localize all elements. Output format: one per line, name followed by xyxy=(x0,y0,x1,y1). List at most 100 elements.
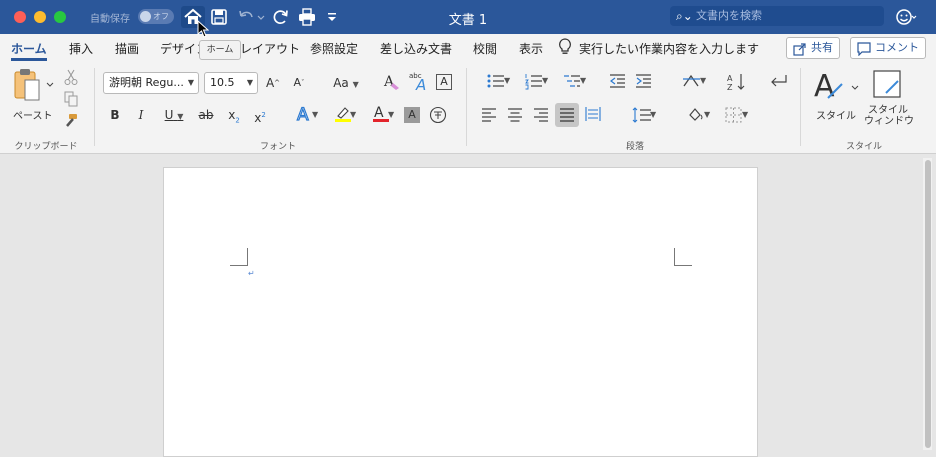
smiley-icon xyxy=(896,9,917,25)
chevron-down-icon: ▼ xyxy=(650,110,657,119)
clear-formatting-button[interactable]: A xyxy=(382,72,402,97)
text-effects-button[interactable]: A ▼ xyxy=(288,104,322,129)
strikethrough-label: ab xyxy=(198,108,214,122)
caret-down-icon: ˇ xyxy=(301,79,305,87)
font-size-value: 10.5 xyxy=(210,76,235,89)
tab-mailings[interactable]: 差し込み文書 xyxy=(380,40,452,57)
font-color-button[interactable]: A ▼ xyxy=(364,104,398,129)
tab-view[interactable]: 表示 xyxy=(519,40,543,57)
undo-icon xyxy=(239,10,265,20)
scissors-icon xyxy=(64,69,78,85)
increase-indent-icon xyxy=(636,74,651,88)
undo-button[interactable] xyxy=(235,6,265,28)
subscript-mark: 2 xyxy=(235,116,240,125)
tab-references[interactable]: 参照設定 xyxy=(310,40,358,57)
align-center-button[interactable] xyxy=(506,106,524,127)
numbering-button[interactable]: ▼ xyxy=(516,72,552,95)
subscript-button[interactable]: x2 xyxy=(224,106,244,129)
sort-button[interactable]: AZ xyxy=(726,72,748,97)
styles-pane-label-1: スタイル xyxy=(868,105,908,116)
phonetic-guide-button[interactable]: abc A xyxy=(408,70,430,94)
underline-button[interactable]: U ▼ xyxy=(158,106,190,126)
search-icon: ⌕⌄ xyxy=(676,9,693,23)
chevron-down-icon: ▼ xyxy=(742,110,749,119)
svg-text:Z: Z xyxy=(727,83,733,92)
search-input[interactable]: ⌕⌄ 文書内を検索 xyxy=(670,6,884,26)
format-painter-button[interactable] xyxy=(63,112,79,130)
distributed-button[interactable] xyxy=(584,106,602,127)
styles-pane-icon xyxy=(873,70,901,98)
tooltip: ホーム xyxy=(199,40,241,60)
tab-draw[interactable]: 描画 xyxy=(115,40,139,57)
font-size-select[interactable]: 10.5 ▼ xyxy=(204,72,258,94)
customize-toolbar-button[interactable] xyxy=(324,6,340,28)
redo-button[interactable] xyxy=(270,6,292,28)
print-button[interactable] xyxy=(296,6,318,28)
styles-pane-button[interactable]: スタイル ウィンドウ xyxy=(862,68,914,132)
tab-insert[interactable]: 挿入 xyxy=(69,40,93,57)
chevron-down-icon: ▼ xyxy=(312,110,319,119)
share-button[interactable]: 共有 xyxy=(786,37,840,59)
paste-button[interactable]: ペースト xyxy=(10,68,54,124)
decrease-indent-button[interactable] xyxy=(608,72,628,95)
save-button[interactable] xyxy=(208,6,230,28)
document-page[interactable]: ↵ xyxy=(163,167,758,457)
shrink-font-button[interactable]: Aˇ xyxy=(290,74,308,92)
chevron-down-icon xyxy=(328,13,336,21)
underline-label: U xyxy=(164,108,174,122)
enclose-characters-button[interactable] xyxy=(428,106,448,129)
bullets-button[interactable]: ▼ xyxy=(478,72,514,95)
clear-formatting-icon: A xyxy=(383,74,399,90)
change-case-button[interactable]: Aa ▼ xyxy=(330,74,362,94)
character-border-button[interactable]: A xyxy=(436,74,452,90)
paragraph-mark-icon xyxy=(771,75,787,87)
feedback-button[interactable] xyxy=(895,6,917,28)
asian-layout-button[interactable]: ▼ xyxy=(674,72,710,95)
vertical-scrollbar[interactable] xyxy=(923,158,932,450)
tell-me-input[interactable]: 実行したい作業内容を入力します xyxy=(579,40,759,57)
tab-layout[interactable]: レイアウト xyxy=(240,40,300,57)
paragraph-mark-icon: ↵ xyxy=(248,269,255,278)
font-name-select[interactable]: 游明朝 Regu... ▼ xyxy=(103,72,199,94)
tab-home[interactable]: ホーム xyxy=(11,40,47,57)
clipboard-group-label: クリップボード xyxy=(14,142,78,152)
character-shading-label: A xyxy=(408,108,416,121)
comment-icon xyxy=(857,42,871,56)
borders-button[interactable]: ▼ xyxy=(716,106,752,129)
align-center-icon xyxy=(508,108,522,122)
styles-label: スタイル xyxy=(816,111,856,122)
increase-indent-button[interactable] xyxy=(634,72,654,95)
align-left-button[interactable] xyxy=(480,106,498,127)
superscript-mark: 2 xyxy=(261,111,266,119)
character-shading-button[interactable]: A xyxy=(404,107,420,123)
paintbrush-icon xyxy=(66,114,77,127)
superscript-button[interactable]: x2 xyxy=(250,106,270,127)
shading-button[interactable]: ▼ xyxy=(678,106,714,129)
grow-font-button[interactable]: A^ xyxy=(264,74,282,92)
enclosed-character-icon xyxy=(429,106,447,124)
bold-button[interactable]: B xyxy=(106,106,124,124)
minimize-window-button[interactable] xyxy=(34,11,46,23)
cut-button[interactable] xyxy=(63,68,79,86)
autosave-toggle[interactable]: オフ xyxy=(138,9,174,24)
multilevel-list-button[interactable]: ▼ xyxy=(554,72,590,95)
styles-group-label: スタイル xyxy=(845,142,882,152)
styles-icon: A xyxy=(814,69,859,104)
paste-label: ペースト xyxy=(13,111,53,122)
italic-button[interactable]: I xyxy=(132,106,150,124)
close-window-button[interactable] xyxy=(14,11,26,23)
strikethrough-button[interactable]: ab xyxy=(196,106,216,124)
document-area[interactable]: ↵ xyxy=(0,154,936,457)
comment-button[interactable]: コメント xyxy=(850,37,926,59)
show-formatting-marks-button[interactable] xyxy=(768,72,790,95)
chevron-down-icon: ▼ xyxy=(352,80,359,89)
justify-button[interactable] xyxy=(555,103,579,127)
line-spacing-button[interactable]: ▼ xyxy=(624,106,660,129)
zoom-window-button[interactable] xyxy=(54,11,66,23)
align-right-button[interactable] xyxy=(532,106,550,127)
highlight-button[interactable]: ▼ xyxy=(326,104,360,129)
styles-gallery-button[interactable]: A スタイル xyxy=(812,68,860,130)
copy-button[interactable] xyxy=(63,90,79,108)
scrollbar-thumb[interactable] xyxy=(925,160,931,448)
tab-review[interactable]: 校閲 xyxy=(473,40,497,57)
